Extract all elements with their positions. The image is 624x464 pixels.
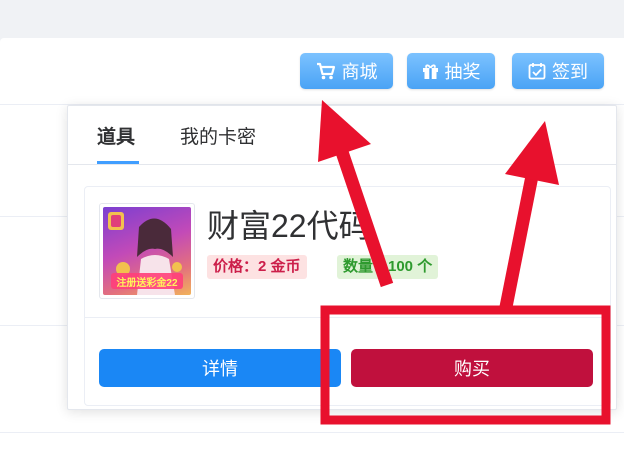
checkin-button[interactable]: 签到 [512, 53, 604, 89]
item-thumbnail-image: 注册送彩金22 [103, 207, 191, 295]
tab-my-cards[interactable]: 我的卡密 [180, 122, 256, 149]
quantity-badge: 数量：100 个 [337, 255, 439, 279]
buy-button[interactable]: 购买 [351, 349, 593, 387]
thumbnail-caption: 注册送彩金22 [116, 278, 178, 289]
shop-popover: 道具 我的卡密 注册送彩金22 财富22代码 价格：2 金币 数量：100 个 … [67, 105, 617, 410]
item-title: 财富22代码 [207, 208, 371, 244]
row-divider [0, 432, 624, 433]
lottery-button[interactable]: 抽奖 [407, 53, 495, 89]
checkin-label: 签到 [552, 62, 588, 82]
tab-items[interactable]: 道具 [97, 122, 135, 149]
shop-button[interactable]: 商城 [300, 53, 393, 89]
popover-tabs: 道具 我的卡密 [68, 106, 616, 165]
detail-button[interactable]: 详情 [99, 349, 341, 387]
calendar-check-icon [528, 63, 546, 80]
price-badge: 价格：2 金币 [207, 255, 307, 279]
item-thumbnail[interactable]: 注册送彩金22 [99, 203, 195, 299]
card-divider [85, 317, 610, 318]
active-tab-indicator [97, 161, 139, 164]
cart-icon [316, 62, 335, 80]
shop-label: 商城 [341, 62, 378, 82]
item-card: 注册送彩金22 财富22代码 价格：2 金币 数量：100 个 详情 购买 [84, 186, 611, 406]
lottery-label: 抽奖 [444, 62, 481, 82]
gift-icon [422, 63, 438, 79]
